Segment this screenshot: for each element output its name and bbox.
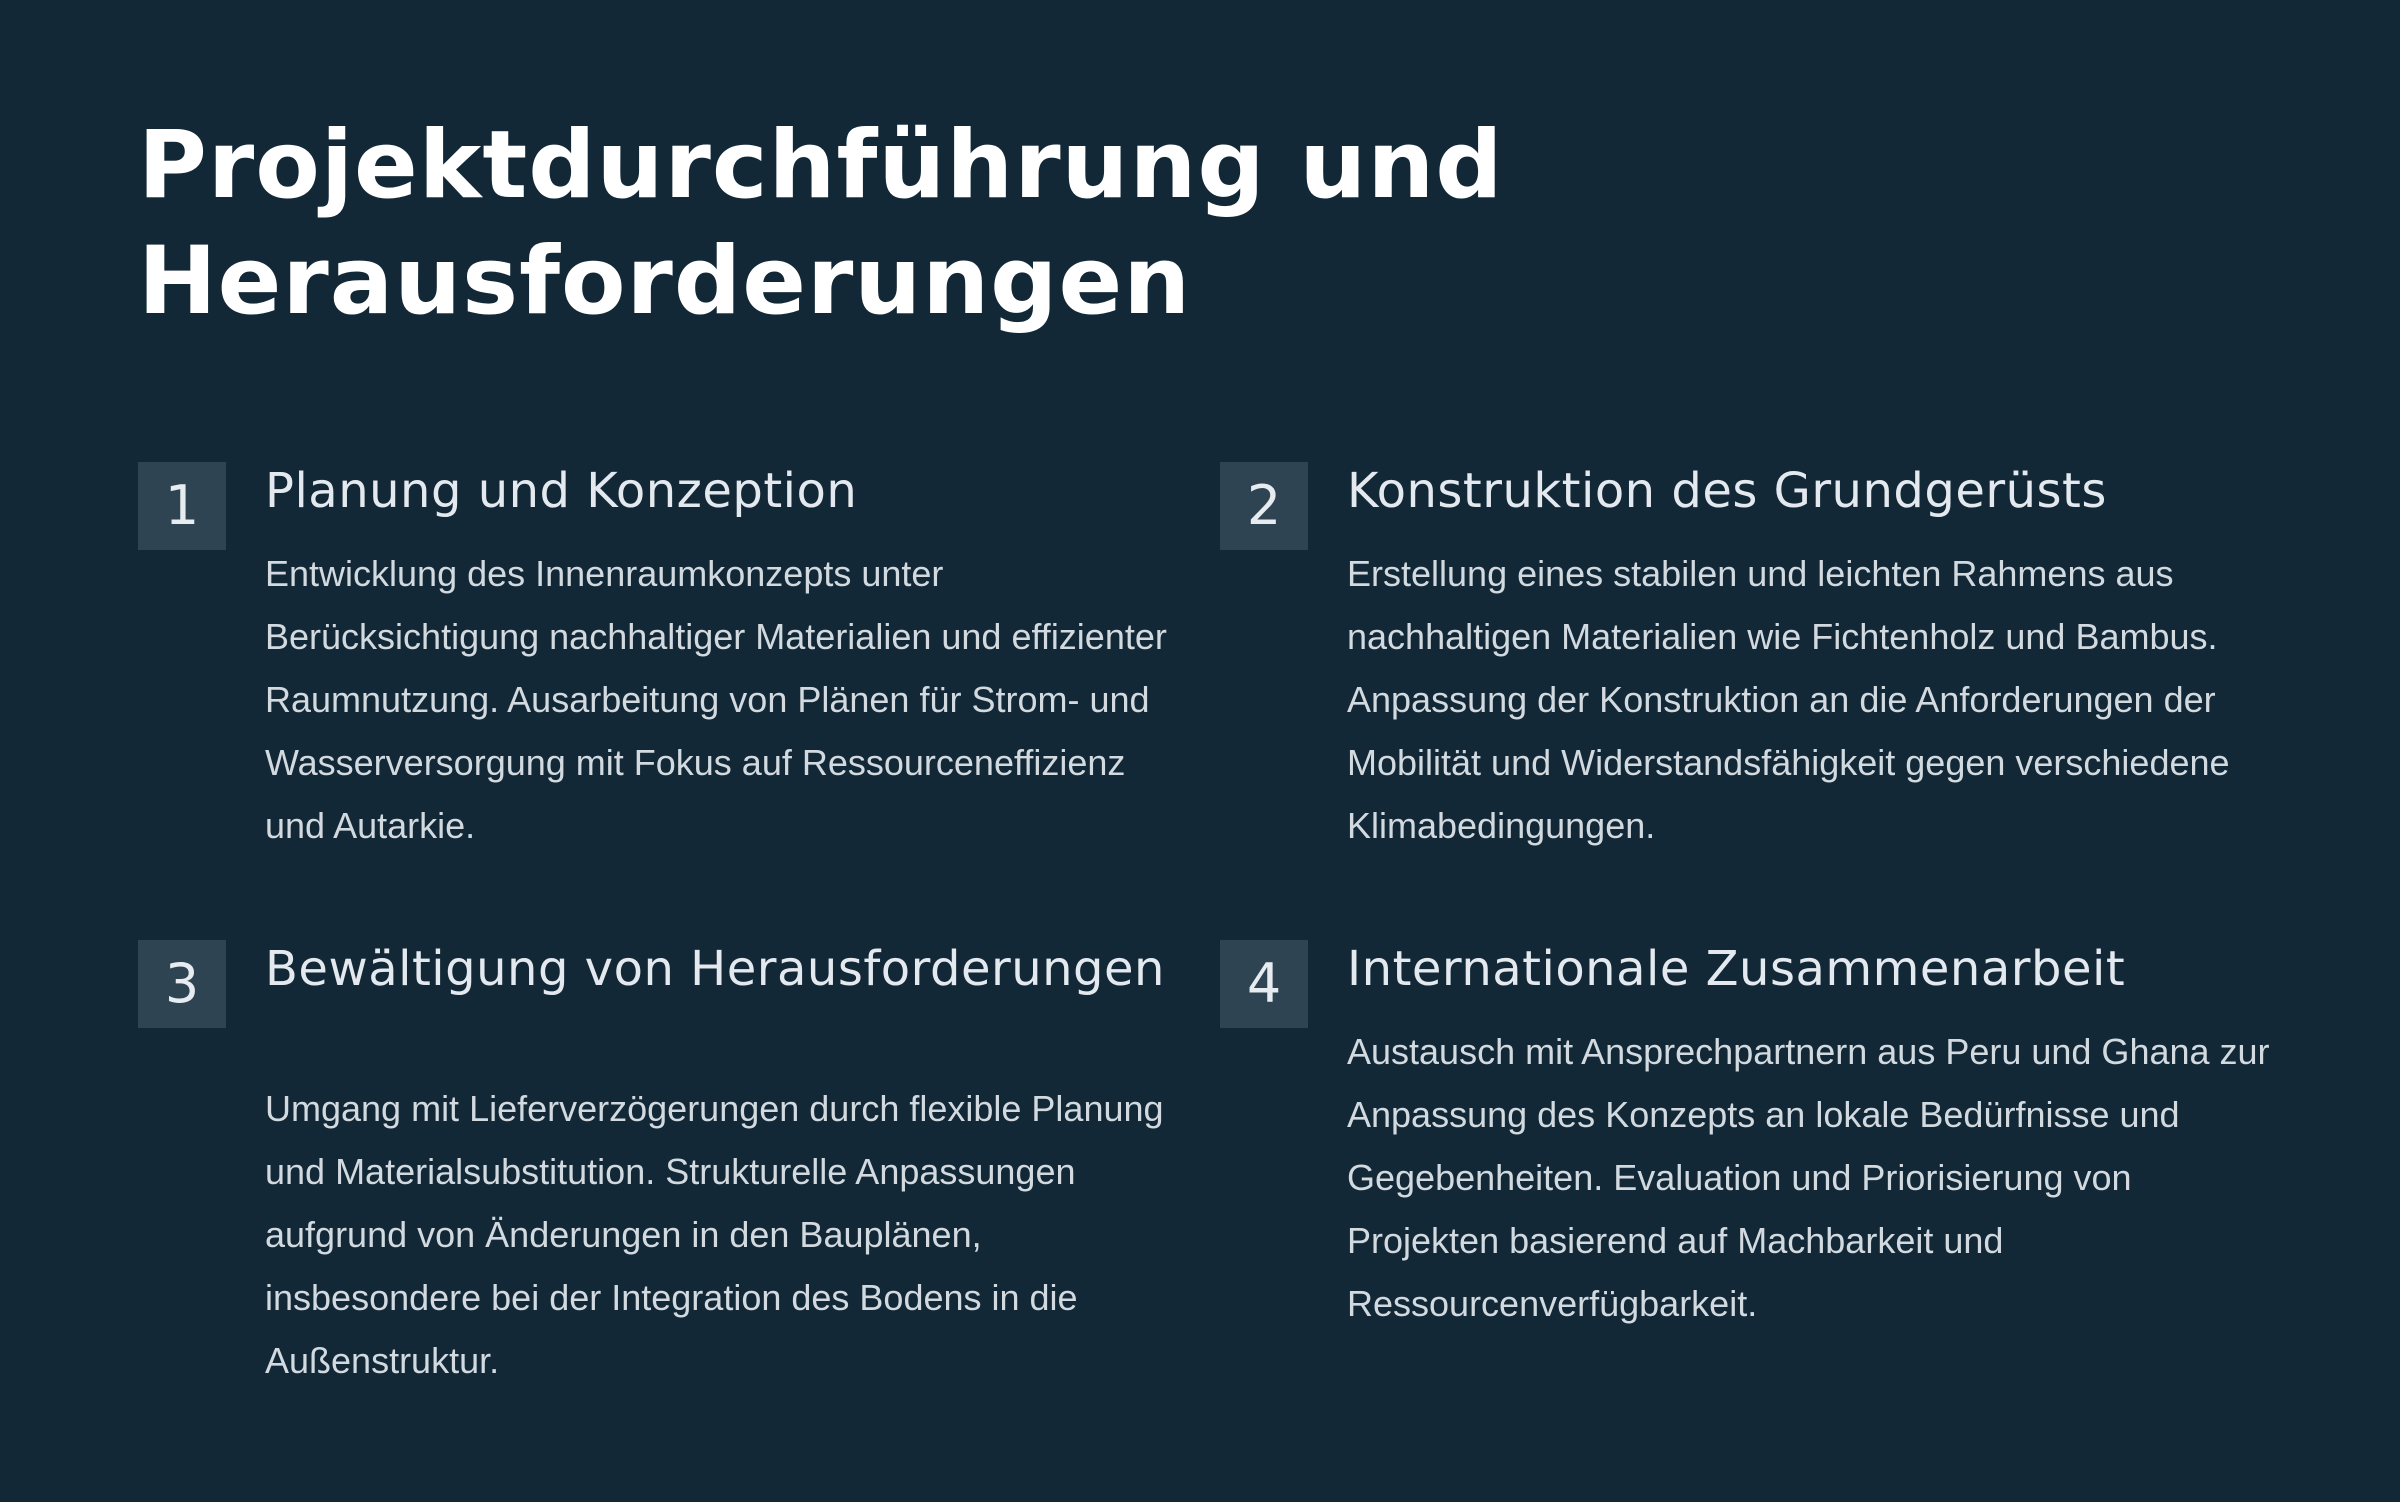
slide: Projektdurchführung und Herausforderunge… [0, 0, 2400, 1502]
step-heading: Bewältigung von Herausforderungen [265, 941, 1165, 997]
step-heading: Internationale Zusammenarbeit [1347, 941, 2126, 997]
step-description: Austausch mit Ansprechpartnern aus Peru … [1347, 1031, 2270, 1324]
step-heading: Planung und Konzeption [265, 463, 858, 519]
step-description: Umgang mit Lieferverzögerungen durch fle… [265, 1088, 1164, 1381]
page-title: Projektdurchführung und Herausforderunge… [138, 111, 1504, 336]
step-number-badge: 3 [138, 940, 226, 1028]
step-number-badge: 4 [1220, 940, 1308, 1028]
step-number-badge: 1 [138, 462, 226, 550]
step-heading: Konstruktion des Grundgerüsts [1347, 463, 2107, 519]
step-description: Entwicklung des Innenraumkonzepts unter … [265, 553, 1167, 846]
step-number-badge: 2 [1220, 462, 1308, 550]
step-description: Erstellung eines stabilen und leichten R… [1347, 553, 2230, 846]
